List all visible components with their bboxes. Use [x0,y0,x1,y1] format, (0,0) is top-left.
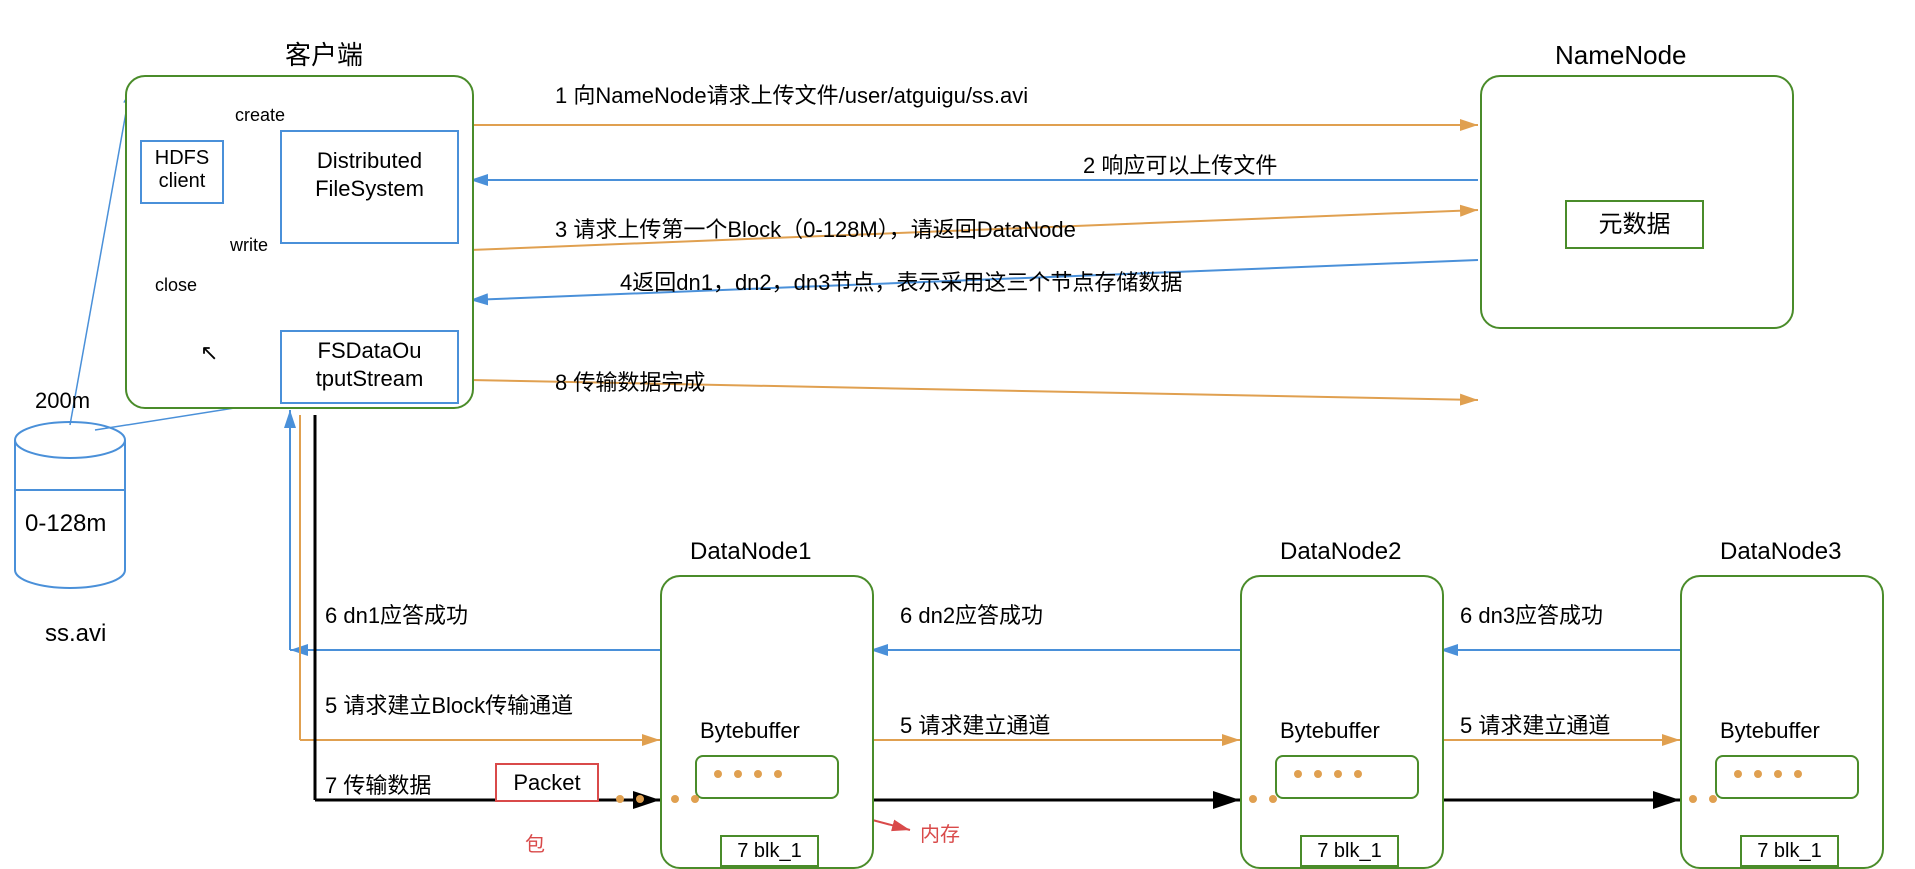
file-size-label: 200m [35,388,90,414]
msg6b-label: 6 dn2应答成功 [900,598,1043,630]
dn1-bytebuffer: Bytebuffer [700,718,800,744]
msg2-label: 2 响应可以上传文件 [1083,148,1277,180]
dn1-title: DataNode1 [690,538,811,566]
msg6c-label: 6 dn3应答成功 [1460,598,1603,630]
dn1-input-dots [665,795,705,803]
dn3-bytebuffer: Bytebuffer [1720,718,1820,744]
dn1-blk: 7 blk_1 [720,835,819,867]
msg6a-label: 6 dn1应答成功 [325,598,468,630]
msg3-label: 3 请求上传第一个Block（0-128M），请返回DataNode [555,212,1076,244]
write-label: write [230,235,268,256]
dn3-title: DataNode3 [1720,538,1841,566]
distributed-fs-box: DistributedFileSystem [280,130,459,244]
cursor-icon: ↖ [200,340,218,366]
dn2-input-dots [1243,795,1283,803]
msg1-label: 1 向NameNode请求上传文件/user/atguigu/ss.avi [555,78,1028,110]
client-title: 客户端 [285,35,363,72]
packet-box: Packet [495,763,599,802]
dn3-dots [1728,770,1808,778]
msg7-label: 7 传输数据 [325,768,431,800]
packet-dots [610,795,650,803]
metadata-box: 元数据 [1565,200,1704,249]
create-label: create [235,105,285,126]
msg4-label: 4返回dn1，dn2，dn3节点，表示采用这三个节点存储数据 [620,265,1182,297]
msg8-label: 8 传输数据完成 [555,365,705,397]
anno-packet: 包 [525,828,545,857]
dn2-dots [1288,770,1368,778]
msg5-label: 5 请求建立Block传输通道 [325,688,573,720]
msg5c-label: 5 请求建立通道 [1460,708,1610,740]
close-label: close [155,275,197,296]
file-name-label: ss.avi [45,620,106,648]
fsdata-out-box: FSDataOutputStream [280,330,459,404]
anno-mem: 内存 [920,818,960,847]
dn2-title: DataNode2 [1280,538,1401,566]
dn3-input-dots [1683,795,1723,803]
namenode-title: NameNode [1555,40,1687,71]
hdfs-client-box: HDFSclient [140,140,224,204]
dn3-blk: 7 blk_1 [1740,835,1839,867]
file-part-label: 0-128m [25,510,106,538]
dn2-bytebuffer: Bytebuffer [1280,718,1380,744]
msg5b-label: 5 请求建立通道 [900,708,1050,740]
dn2-blk: 7 blk_1 [1300,835,1399,867]
dn1-dots [708,770,788,778]
